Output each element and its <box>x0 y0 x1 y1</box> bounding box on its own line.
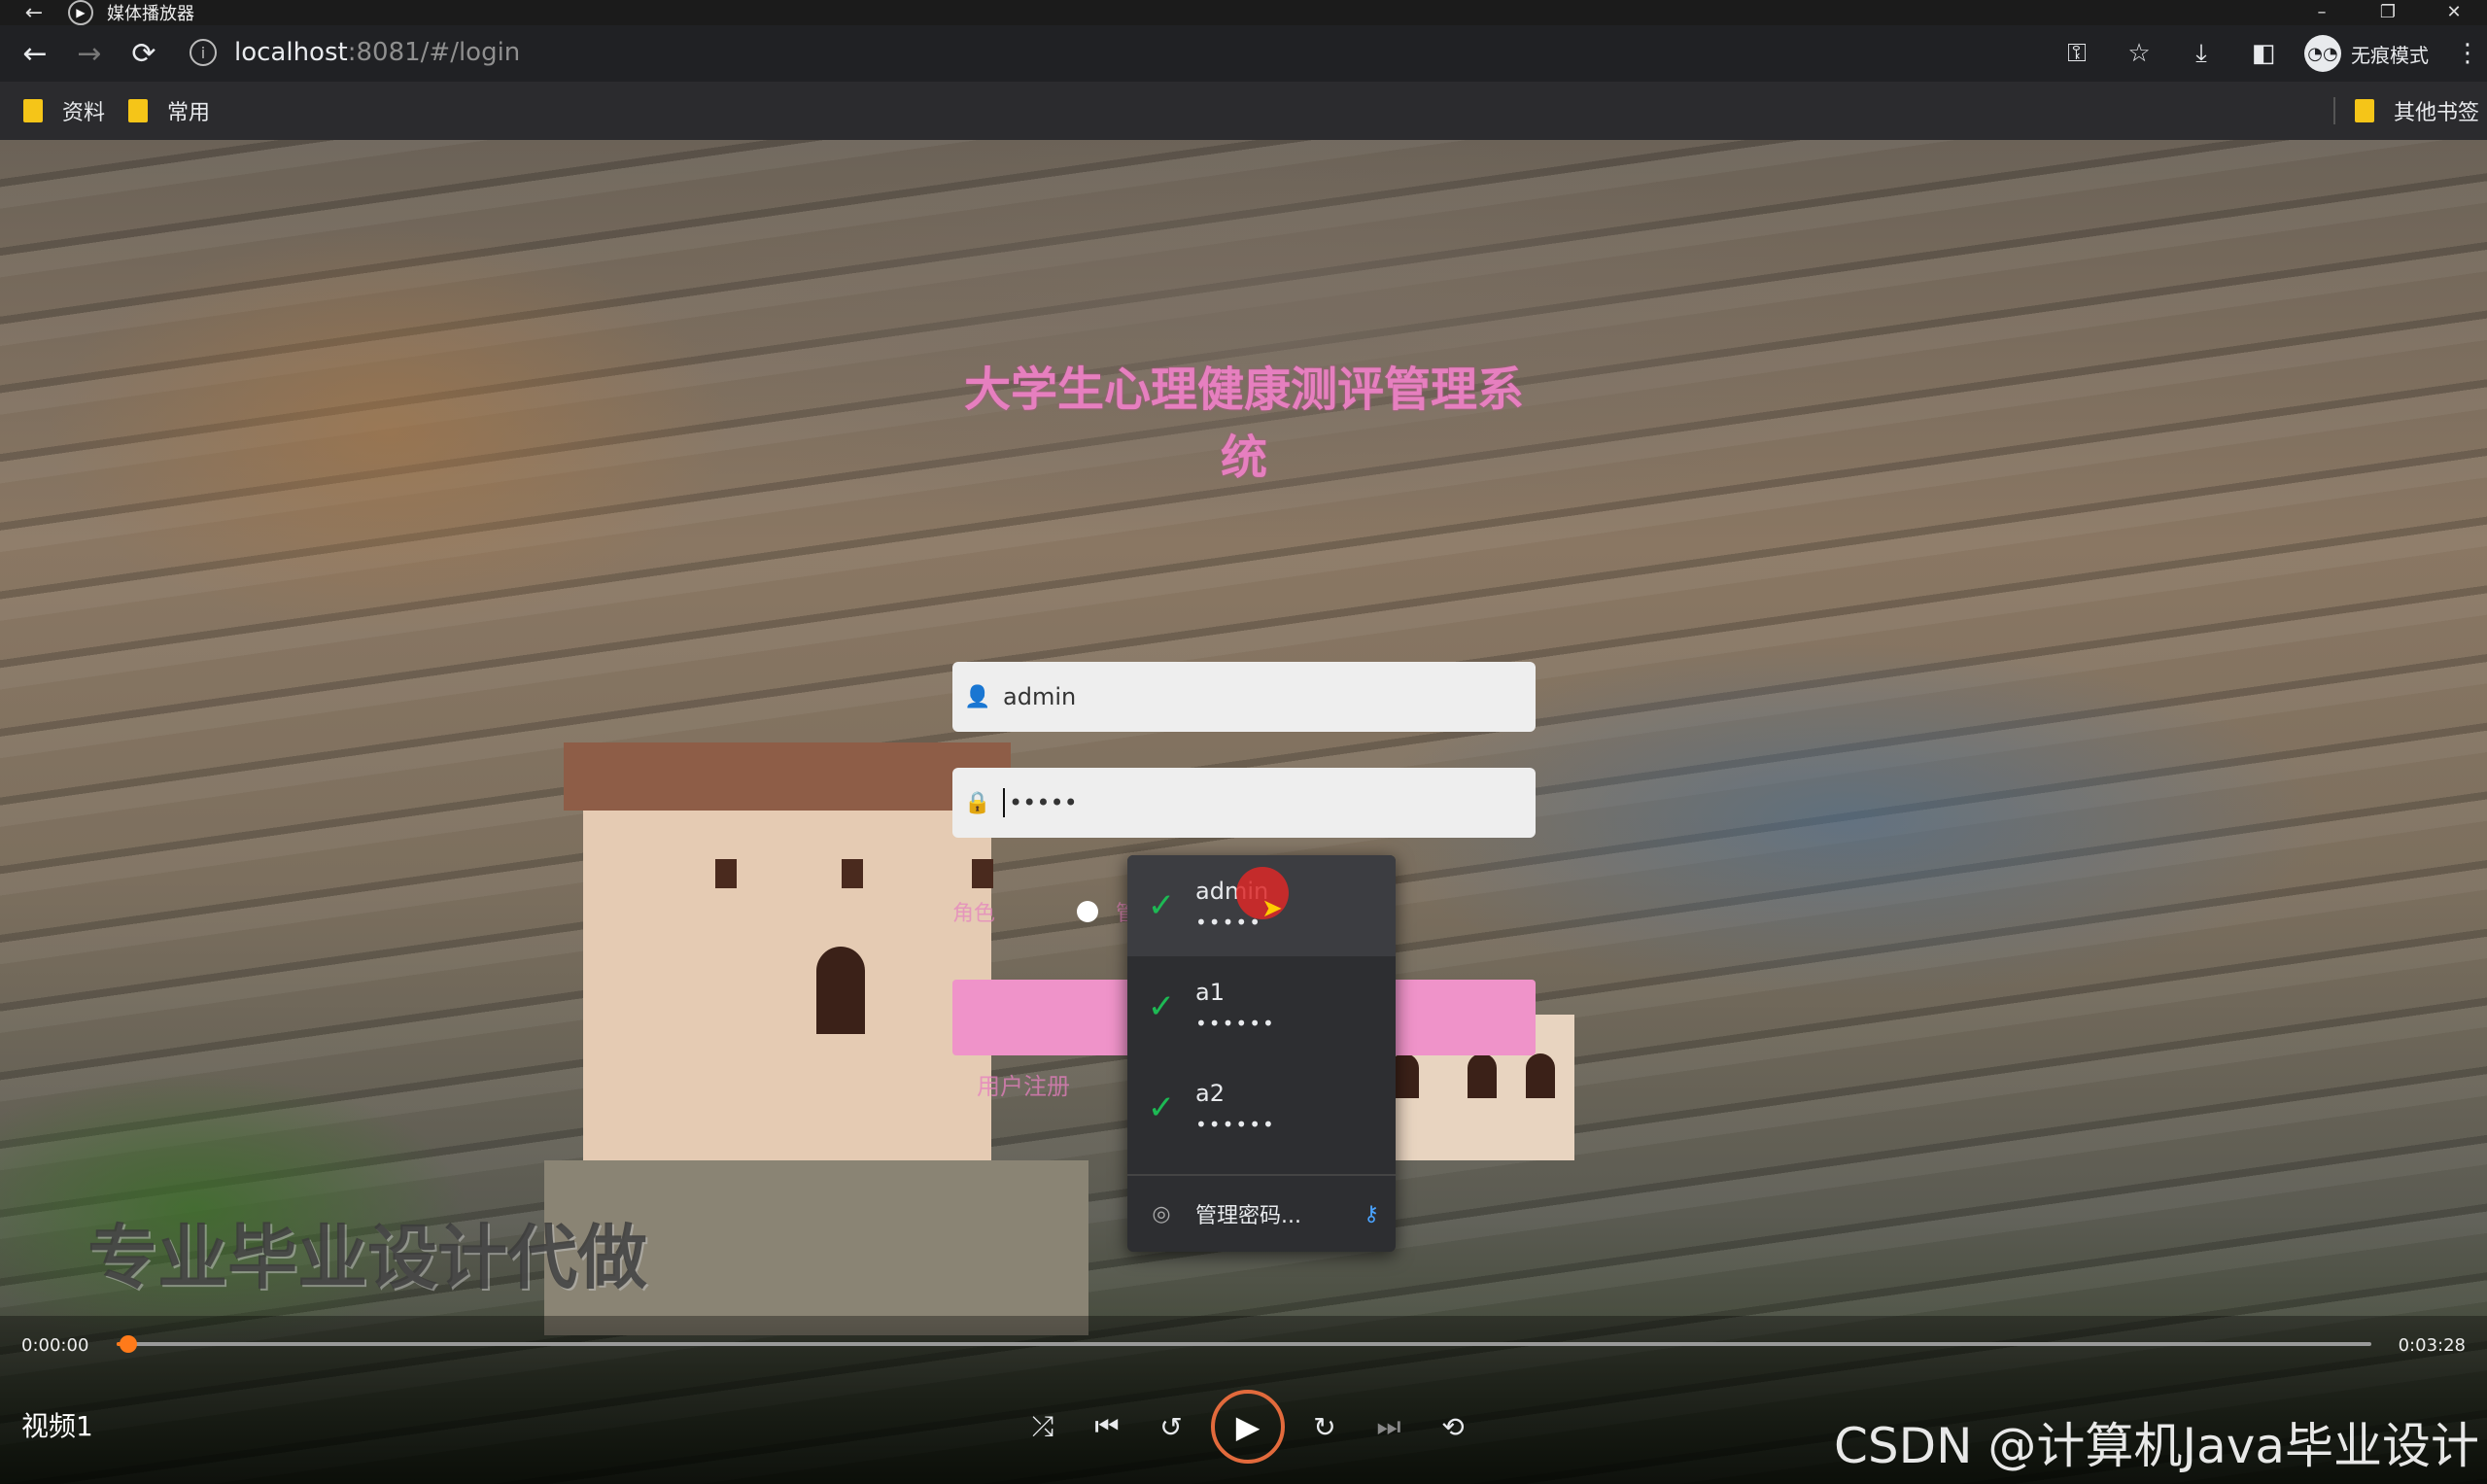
autofill-entry-a2[interactable]: ✓ a2 •••••• <box>1127 1057 1396 1158</box>
monastery-window <box>972 859 993 888</box>
saved-credential-icon: ✓ <box>1147 987 1176 1026</box>
minimize-button[interactable]: – <box>2289 0 2355 25</box>
role-selector: 角色 管 <box>952 894 1147 929</box>
other-bookmarks-label: 其他书签 <box>2393 101 2479 125</box>
address-bar[interactable]: i localhost :8081/#/login <box>190 31 1997 74</box>
browser-toolbar: ← → ⟳ i localhost :8081/#/login ⚿ ☆ ⤓ ◧ … <box>0 25 2487 82</box>
url-host: localhost <box>234 38 348 67</box>
autofill-entry-a1[interactable]: ✓ a1 •••••• <box>1127 956 1396 1057</box>
promo-watermark: 专业毕业设计代做 <box>87 1217 648 1298</box>
download-icon[interactable]: ⤓ <box>2170 39 2232 69</box>
username-field[interactable]: 👤 admin <box>952 662 1536 732</box>
saved-credential-icon: ✓ <box>1147 1088 1176 1127</box>
restore-button[interactable]: ❐ <box>2355 0 2421 25</box>
incognito-label: 无痕模式 <box>2351 43 2429 67</box>
saved-credential-icon: ✓ <box>1147 886 1176 925</box>
username-value: admin <box>1003 683 1077 710</box>
previous-icon[interactable]: ⏮ <box>1075 1410 1139 1443</box>
role-radio[interactable] <box>1077 901 1099 922</box>
folder-icon <box>128 99 149 122</box>
browser-menu-icon[interactable]: ⋮ <box>2448 39 2487 68</box>
role-label: 角色 <box>952 902 996 926</box>
lock-icon: 🔒 <box>964 790 991 815</box>
shuffle-icon[interactable]: ⤮ <box>1011 1410 1075 1443</box>
seek-track <box>117 1342 2371 1346</box>
repeat-icon[interactable]: ⟲ <box>1421 1411 1485 1443</box>
password-field[interactable]: 🔒 ••••• <box>952 768 1536 838</box>
folder-icon <box>23 99 43 122</box>
building-window <box>1526 1053 1555 1098</box>
autofill-username: a1 <box>1195 979 1225 1006</box>
window-titlebar: ← ▶ 媒体播放器 – ❐ ✕ <box>0 0 2487 25</box>
playback-controls: ⤮ ⏮ ↺ ▶ ↻ ⏭ ⟲ <box>1011 1386 1485 1467</box>
building-window <box>1468 1053 1497 1098</box>
autofill-password-mask: •••••• <box>1195 1012 1276 1035</box>
manage-passwords-label: 管理密码... <box>1195 1204 1301 1228</box>
close-window-button[interactable]: ✕ <box>2421 0 2487 25</box>
monastery-door <box>816 947 865 1034</box>
bookmark-label: 资料 <box>62 101 106 125</box>
manage-passwords-item[interactable]: ◎ 管理密码... ⚷ <box>1127 1176 1396 1252</box>
google-icon: ◎ <box>1152 1201 1171 1226</box>
bookmarks-bar: 资料 常用 其他书签 <box>0 82 2487 140</box>
csdn-watermark: CSDN @计算机Java毕业设计 <box>1833 1418 2479 1474</box>
play-button[interactable]: ▶ <box>1211 1390 1285 1464</box>
current-time: 0:00:00 <box>21 1335 89 1356</box>
forward-30-icon[interactable]: ↻ <box>1293 1411 1357 1443</box>
seek-thumb[interactable] <box>119 1335 137 1353</box>
text-caret <box>1003 788 1005 817</box>
window-back-icon[interactable]: ← <box>0 1 68 25</box>
password-manager-key-icon: ⚷ <box>1363 1201 1380 1226</box>
window-controls: – ❐ ✕ <box>2289 0 2487 25</box>
monastery-window <box>715 859 737 888</box>
site-info-icon[interactable]: i <box>190 39 217 66</box>
reload-button[interactable]: ⟳ <box>117 37 171 71</box>
monastery-window <box>842 859 863 888</box>
bookmark-label: 常用 <box>167 101 211 125</box>
back-button[interactable]: ← <box>8 37 62 71</box>
autofill-password-mask: •••••• <box>1195 1113 1276 1136</box>
bookmark-folder-1[interactable]: 资料 <box>23 95 105 126</box>
background-monastery <box>564 742 1011 1190</box>
side-panel-icon[interactable]: ◧ <box>2232 39 2295 68</box>
user-icon: 👤 <box>964 684 991 709</box>
autofill-username: a2 <box>1195 1080 1225 1107</box>
monastery-roof <box>564 742 1011 811</box>
other-bookmarks[interactable]: 其他书签 <box>2332 82 2479 140</box>
url-path: :8081/#/login <box>347 38 521 67</box>
mouse-cursor-icon: ➤ <box>1261 894 1283 923</box>
video-title: 视频1 <box>21 1410 93 1442</box>
media-player-app-icon: ▶ <box>68 0 93 25</box>
next-icon[interactable]: ⏭ <box>1357 1410 1421 1443</box>
system-title: 大学生心理健康测评管理系统 <box>963 362 1524 485</box>
rewind-10-icon[interactable]: ↺ <box>1139 1411 1203 1443</box>
folder-icon <box>2354 99 2374 122</box>
toolbar-actions: ⚿ ☆ ⤓ ◧ ◔◔ 无痕模式 ⋮ <box>2046 25 2487 82</box>
bookmark-star-icon[interactable]: ☆ <box>2108 39 2170 68</box>
incognito-indicator[interactable]: ◔◔ 无痕模式 <box>2304 35 2429 72</box>
register-link[interactable]: 用户注册 <box>977 1067 1070 1101</box>
forward-button[interactable]: → <box>62 37 117 71</box>
password-value: ••••• <box>1009 789 1078 816</box>
incognito-icon: ◔◔ <box>2304 35 2341 72</box>
window-title: 媒体播放器 <box>107 4 194 24</box>
bookmark-separator <box>2332 97 2335 124</box>
password-key-icon[interactable]: ⚿ <box>2046 39 2108 69</box>
seek-bar[interactable] <box>117 1335 2371 1353</box>
bookmark-folder-2[interactable]: 常用 <box>128 95 210 126</box>
duration: 0:03:28 <box>2398 1335 2466 1356</box>
